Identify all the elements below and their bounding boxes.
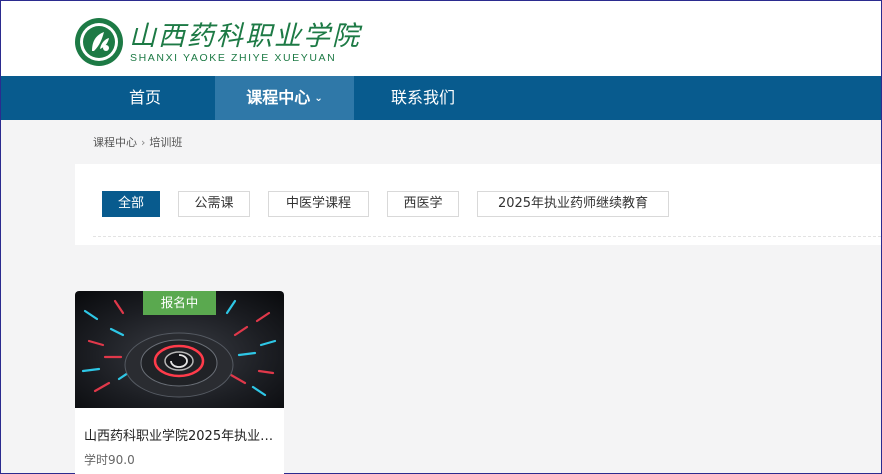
filter-tag-all[interactable]: 全部 [102, 191, 160, 217]
chevron-down-icon: ⌄ [314, 93, 323, 104]
logo-english-name: SHANXI YAOKE ZHIYE XUEYUAN [130, 52, 337, 64]
category-filter-panel: 全部 公需课 中医学课程 西医学 2025年执业药师继续教育 [75, 164, 881, 245]
nav-item-course-center[interactable]: 课程中心 ⌄ [215, 76, 354, 120]
course-title[interactable]: 山西药科职业学院2025年执业药师继续教育 [84, 425, 279, 444]
nav-item-contact[interactable]: 联系我们 [371, 76, 475, 120]
nav-item-label: 联系我们 [390, 88, 455, 107]
logo-chinese-name: 山西药科职业学院 [129, 21, 361, 52]
college-emblem-icon[interactable] [74, 17, 124, 67]
breadcrumb-current: 培训班 [149, 136, 183, 149]
divider [93, 236, 881, 237]
main-nav: 首页 课程中心 ⌄ 联系我们 [1, 76, 881, 120]
filter-tag-tcm[interactable]: 中医学课程 [268, 191, 369, 217]
site-header: 山西药科职业学院 SHANXI YAOKE ZHIYE XUEYUAN [1, 1, 881, 76]
chevron-right-icon: › [141, 136, 146, 149]
nav-item-label: 课程中心 [246, 88, 311, 107]
breadcrumb: 课程中心 › 培训班 [93, 134, 182, 150]
filter-tag-pharmacist-2025[interactable]: 2025年执业药师继续教育 [477, 191, 669, 217]
status-badge: 报名中 [143, 291, 216, 315]
course-card[interactable]: 报名中 山西药科职业学院2025年执业药师继续教育 学时90.0 [75, 291, 284, 474]
nav-item-label: 首页 [128, 88, 161, 107]
course-hours: 学时90.0 [84, 453, 135, 467]
filter-tag-public-required[interactable]: 公需课 [178, 191, 250, 217]
breadcrumb-link-course-center[interactable]: 课程中心 [93, 136, 137, 149]
filter-tag-western-medicine[interactable]: 西医学 [387, 191, 459, 217]
nav-item-home[interactable]: 首页 [93, 76, 197, 120]
